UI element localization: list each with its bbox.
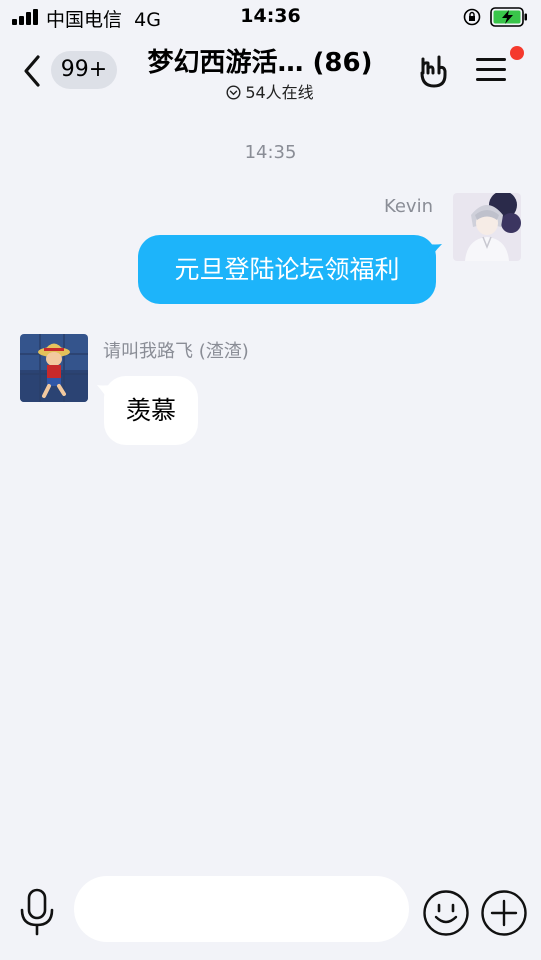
bubble-tail	[426, 244, 442, 258]
chevron-left-icon[interactable]	[22, 54, 42, 88]
status-bar: 中国电信 4G 14:36	[0, 0, 541, 36]
online-status[interactable]: 54人在线	[190, 79, 350, 103]
chat-header: 99+ 梦幻西游活… (86) 54人在线	[0, 36, 541, 106]
avatar-kevin[interactable]	[453, 193, 521, 261]
sender-name-incoming: 请叫我路飞 (渣渣)	[103, 341, 249, 362]
online-label: 人在线	[265, 83, 314, 102]
online-count: 54	[245, 83, 266, 102]
plus-icon[interactable]	[480, 889, 528, 937]
chat-title[interactable]: 梦幻西游活… (86)	[130, 42, 390, 79]
bubble-tail	[97, 385, 111, 399]
chevron-down-circle-icon	[226, 85, 241, 100]
microphone-icon[interactable]	[18, 888, 56, 936]
avatar-luffy[interactable]	[20, 334, 88, 402]
unread-badge[interactable]: 99+	[51, 51, 117, 89]
smiley-icon[interactable]	[422, 889, 470, 937]
message-timestamp: 14:35	[244, 142, 297, 163]
status-time: 14:36	[240, 5, 301, 27]
message-bubble-outgoing[interactable]: 元旦登陆论坛领福利	[138, 235, 436, 304]
message-input[interactable]	[74, 876, 409, 942]
rock-hand-icon[interactable]	[417, 53, 451, 89]
notification-dot	[510, 46, 524, 60]
message-bubble-incoming[interactable]: 羡慕	[104, 376, 198, 445]
input-bar	[0, 860, 541, 960]
battery-icon	[490, 7, 527, 27]
menu-icon[interactable]	[476, 56, 508, 84]
rotation-lock-icon	[463, 8, 481, 26]
sender-name-outgoing: Kevin	[383, 196, 433, 217]
